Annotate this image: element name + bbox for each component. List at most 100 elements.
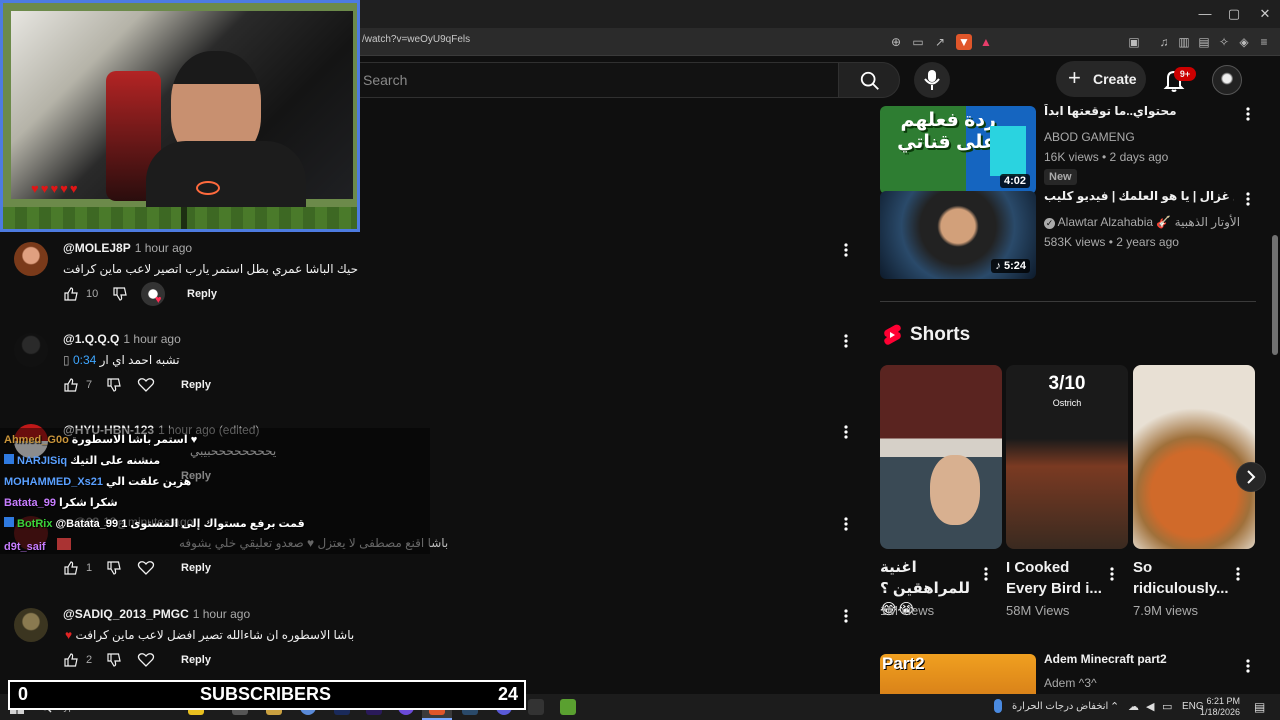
heart-outline-icon[interactable] [137, 377, 155, 393]
more-icon[interactable] [1244, 106, 1252, 122]
wallet-icon[interactable]: ▤ [1196, 34, 1212, 50]
cloud-icon[interactable]: ☁ [1128, 700, 1139, 713]
ai-icon[interactable]: ✧ [1216, 34, 1232, 50]
video-title[interactable]: محتواي..ما توقعتها ابداً [1044, 104, 1234, 118]
minimize-button[interactable]: — [1190, 5, 1220, 23]
like-icon[interactable] [63, 652, 79, 668]
comment: @MOLEJ8P 1 hour ago حيك الباشا عمري بطل ا… [14, 241, 854, 330]
notification-center-icon[interactable]: ▤ [1254, 700, 1265, 714]
related-video[interactable]: Part2 Adem Minecraft part2 Adem ^3^ [880, 654, 1250, 694]
heart-outline-icon[interactable] [137, 652, 155, 668]
video-thumbnail[interactable]: Part2 [880, 654, 1036, 694]
zoom-icon[interactable]: ⊕ [888, 34, 904, 50]
tray-chevron-icon[interactable]: ⌃ [1110, 700, 1119, 713]
channel-name[interactable]: ABOD GAMENG [1044, 130, 1135, 144]
reply-button[interactable]: Reply [187, 288, 217, 300]
more-icon[interactable] [1244, 658, 1250, 674]
more-icon[interactable] [1244, 191, 1252, 207]
more-icon[interactable] [982, 566, 990, 582]
scrollbar-thumb[interactable] [1272, 235, 1278, 355]
more-icon[interactable] [842, 608, 850, 624]
video-title[interactable]: Adem Minecraft part2 [1044, 654, 1234, 666]
minecraft-icon[interactable] [560, 699, 576, 715]
clock[interactable]: 6:21 PM 1/18/2026 [1200, 696, 1240, 718]
screen: — ▢ ✕ /watch?v=weOyU9qFels ⊕ ▭ ↗ ▼ ▲ ▣ ♫… [0, 0, 1280, 720]
account-avatar[interactable] [1212, 65, 1242, 95]
cast-icon[interactable]: ▭ [910, 34, 926, 50]
network-icon[interactable]: ▭ [1162, 700, 1172, 713]
heart-outline-icon[interactable] [137, 560, 155, 576]
more-icon[interactable] [1108, 566, 1116, 582]
webcam-overlay: ♥♥♥♥♥ [0, 0, 360, 232]
more-icon[interactable] [842, 424, 850, 440]
create-button[interactable]: + Create [1056, 61, 1146, 97]
short-title[interactable]: So ridiculously... [1133, 557, 1233, 599]
comment-time[interactable]: 1 hour ago [123, 332, 180, 346]
thumb-caption: Part2 [882, 654, 925, 673]
panel-icon[interactable]: ▥ [1176, 34, 1192, 50]
related-video[interactable]: ردة فعلهم على قناتي 4:02 محتواي..ما توقع… [880, 104, 1252, 194]
chat-message: Ahmed_G0o استمر باشا الاسطورة ♥ [4, 434, 198, 446]
video-duration: 4:02 [999, 174, 1030, 188]
more-icon[interactable] [842, 333, 850, 349]
like-icon[interactable] [63, 560, 79, 576]
chat-username: BotRix [17, 518, 53, 530]
heart-icon: ♥ [155, 294, 162, 306]
channel-name[interactable]: Alawtar Alzahabia 🎸 الأوتار الذهبية [1058, 215, 1240, 229]
minecraft-figure-icon [990, 126, 1026, 176]
rewards-icon[interactable]: ▲ [978, 34, 994, 50]
related-video[interactable]: ♪ 5:24 الفنان حسين غزال | يا هو العلمك |… [880, 189, 1252, 279]
url-text[interactable]: /watch?v=weOyU9qFels [362, 34, 470, 45]
comment-time[interactable]: 1 hour ago [135, 241, 192, 255]
short-thumbnail[interactable]: 3/10 Ostrich [1006, 365, 1128, 549]
hearts-icon: ♥♥♥♥♥ [31, 181, 80, 196]
avatar[interactable] [14, 608, 48, 642]
sidebar-icon[interactable]: ▣ [1126, 34, 1142, 50]
dislike-icon[interactable] [106, 652, 122, 668]
reply-button[interactable]: Reply [181, 562, 211, 574]
reply-button[interactable]: Reply [181, 379, 211, 391]
comment-time[interactable]: 1 hour ago [193, 607, 250, 621]
vpn-icon[interactable]: ◈ [1236, 34, 1252, 50]
short-title[interactable]: I Cooked Every Bird i... [1006, 557, 1106, 599]
maximize-button[interactable]: ▢ [1219, 5, 1249, 23]
dislike-icon[interactable] [112, 286, 128, 302]
avatar[interactable] [14, 242, 48, 276]
dislike-icon[interactable] [106, 560, 122, 576]
comment-author[interactable]: @SADIQ_2013_PMGC [63, 607, 189, 621]
comment-author[interactable]: @MOLEJ8P [63, 241, 131, 255]
timestamp-link[interactable]: 0:34 [73, 353, 96, 367]
comment-author[interactable]: @1.Q.Q.Q [63, 332, 119, 346]
scrollbar[interactable] [1270, 105, 1280, 695]
like-icon[interactable] [63, 377, 79, 393]
thumb-caption: ردة فعلهم على قناتي [897, 110, 996, 153]
channel-name[interactable]: Adem ^3^ [1044, 676, 1097, 690]
more-icon[interactable] [842, 516, 850, 532]
video-title[interactable]: الفنان حسين غزال | يا هو العلمك | فيديو … [1044, 189, 1234, 203]
music-icon[interactable]: ♫ [1156, 34, 1172, 50]
weather-text[interactable]: انخفاض درجات الحرارة [1012, 701, 1108, 712]
brave-shield-icon[interactable]: ▼ [956, 34, 972, 50]
more-icon[interactable] [842, 242, 850, 258]
search-button[interactable] [838, 62, 900, 98]
video-thumbnail[interactable]: ♪ 5:24 [880, 191, 1036, 279]
chat-username: Ahmed_G0o [4, 434, 69, 446]
volume-icon[interactable]: ◀ [1146, 700, 1154, 713]
reply-button[interactable]: Reply [181, 654, 211, 666]
subscriber-counter: 0 SUBSCRIBERS 24 [8, 680, 526, 710]
voice-search-button[interactable] [914, 62, 950, 98]
shorts-logo-icon [884, 324, 901, 345]
short-thumbnail[interactable] [880, 365, 1002, 549]
shorts-next-button[interactable] [1236, 462, 1266, 492]
capcut-icon[interactable] [528, 699, 544, 715]
short-thumbnail[interactable] [1133, 365, 1255, 549]
search-input[interactable]: Search [350, 62, 838, 98]
avatar[interactable] [14, 333, 48, 367]
more-icon[interactable] [1234, 566, 1242, 582]
dislike-icon[interactable] [106, 377, 122, 393]
video-thumbnail[interactable]: ردة فعلهم على قناتي 4:02 [880, 106, 1036, 194]
like-icon[interactable] [63, 286, 79, 302]
share-icon[interactable]: ↗ [932, 34, 948, 50]
menu-icon[interactable]: ≡ [1256, 34, 1272, 50]
close-button[interactable]: ✕ [1250, 5, 1280, 23]
